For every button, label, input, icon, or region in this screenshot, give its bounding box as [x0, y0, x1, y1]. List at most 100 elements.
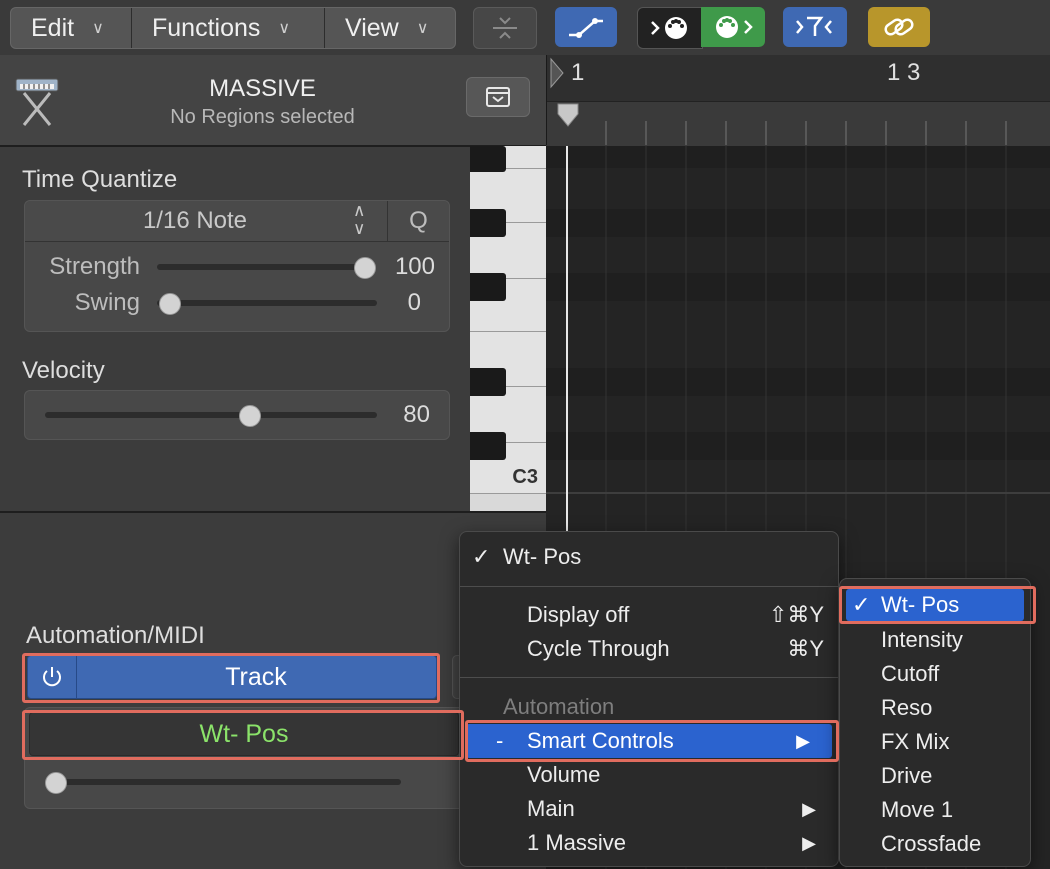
- toolbar: Edit ∨ Functions ∨ View ∨: [0, 0, 1050, 56]
- submenu-item-label: Wt- Pos: [881, 592, 960, 617]
- midi-in-icon: [651, 17, 687, 39]
- submenu-item-label: FX Mix: [881, 729, 950, 754]
- midi-out-button[interactable]: [701, 7, 765, 47]
- automation-midi-label: Automation/MIDI: [26, 622, 205, 649]
- automation-curve-icon: [569, 18, 603, 38]
- piano-key-black[interactable]: [470, 273, 506, 301]
- link-icon: [884, 18, 914, 36]
- automation-power-button[interactable]: [28, 656, 77, 698]
- submenu-item-reso[interactable]: Reso: [840, 691, 1030, 725]
- automation-param-box: Wt- Pos: [24, 707, 466, 809]
- volume-label: Volume: [527, 762, 601, 787]
- piano-key-black[interactable]: [470, 368, 506, 396]
- filter-icon: [796, 16, 832, 36]
- functions-menu-label: Functions: [152, 13, 261, 42]
- automation-value-knob[interactable]: [45, 772, 67, 794]
- smart-controls-prefix: -: [496, 728, 504, 753]
- submenu-item-crossfade[interactable]: Crossfade: [840, 827, 1030, 861]
- swing-slider-knob[interactable]: [159, 293, 181, 315]
- display-off-label: Display off: [527, 602, 630, 627]
- automation-parameter-value: Wt- Pos: [199, 720, 289, 748]
- menu-item-cycle-through[interactable]: Cycle Through ⌘Y: [460, 632, 838, 666]
- keyboard-instrument-icon: [15, 78, 59, 126]
- menu-item-current-param[interactable]: ✓ Wt- Pos: [460, 540, 838, 574]
- bar-1-label: 1: [571, 59, 585, 86]
- automation-parameter-select[interactable]: Wt- Pos: [29, 712, 459, 756]
- midi-in-button[interactable]: [637, 7, 703, 49]
- strength-label: Strength: [49, 253, 140, 280]
- submenu-item-label: Drive: [881, 763, 933, 788]
- massive-label: 1 Massive: [527, 830, 627, 855]
- menu-item-volume[interactable]: Volume: [460, 758, 838, 792]
- submenu-item-label: Cutoff: [881, 661, 940, 686]
- submenu-item-wt-pos[interactable]: ✓ Wt- Pos: [846, 589, 1024, 621]
- automation-mode-select[interactable]: Track: [77, 656, 435, 698]
- functions-menu[interactable]: Functions ∨: [132, 8, 325, 48]
- region-header: MASSIVE No Regions selected: [0, 55, 546, 147]
- bar-13-label: 1 3: [887, 59, 921, 86]
- automation-button[interactable]: [555, 7, 617, 47]
- time-quantize-label: Time Quantize: [22, 166, 178, 193]
- edit-menu-label: Edit: [31, 13, 75, 42]
- strength-slider[interactable]: [157, 264, 365, 270]
- piano-key-black[interactable]: [470, 432, 506, 460]
- lower-divider: [0, 511, 546, 513]
- cycle-through-label: Cycle Through: [527, 636, 670, 661]
- current-param-label: Wt- Pos: [503, 544, 582, 569]
- piano-key-black[interactable]: [470, 209, 506, 237]
- velocity-slider-knob[interactable]: [239, 405, 261, 427]
- menu-item-main[interactable]: Main ▶: [460, 792, 838, 826]
- checkmark-icon: ✓: [852, 592, 871, 617]
- c3-label: C3: [512, 466, 538, 488]
- submenu-item-fx-mix[interactable]: FX Mix: [840, 725, 1030, 759]
- quantize-value-select[interactable]: 1/16 Note ∧ ∨: [25, 201, 388, 242]
- velocity-box: 80: [24, 390, 450, 440]
- ruler-ticks: [605, 121, 1007, 145]
- quantize-value: 1/16 Note: [142, 207, 248, 234]
- piano-key-black[interactable]: [470, 146, 506, 172]
- q-label: Q: [409, 207, 428, 234]
- menu-section-automation: Automation: [460, 690, 838, 724]
- edit-menu[interactable]: Edit ∨: [11, 8, 132, 48]
- automation-value-slider[interactable]: [51, 779, 401, 785]
- submenu-item-label: Move 1: [881, 797, 954, 822]
- view-menu-label: View: [345, 13, 399, 42]
- automation-parameter-menu: ✓ Wt- Pos Display off ⇧⌘Y Cycle Through …: [459, 531, 839, 867]
- velocity-label: Velocity: [22, 357, 105, 384]
- chevron-down-icon: ∨: [92, 20, 104, 37]
- velocity-slider[interactable]: [45, 412, 377, 418]
- submenu-arrow-icon: ▶: [802, 798, 816, 819]
- submenu-arrow-icon: ▶: [796, 730, 810, 751]
- smart-controls-submenu: ✓ Wt- Pos Intensity Cutoff Reso FX Mix D…: [839, 578, 1031, 867]
- strength-value: 100: [394, 253, 435, 280]
- strength-slider-knob[interactable]: [354, 257, 376, 279]
- submenu-item-label: Intensity: [881, 627, 963, 652]
- power-icon: [43, 667, 61, 687]
- collapse-button[interactable]: [473, 7, 537, 49]
- submenu-item-drive[interactable]: Drive: [840, 759, 1030, 793]
- menu-separator: [460, 586, 838, 587]
- submenu-item-move-1[interactable]: Move 1: [840, 793, 1030, 827]
- time-quantize-box: 1/16 Note ∧ ∨ Q Strength 100 Swing 0: [24, 200, 450, 332]
- swing-label: Swing: [74, 289, 140, 316]
- swing-slider[interactable]: [157, 300, 377, 306]
- inspector-toggle-button[interactable]: [466, 77, 530, 117]
- menu-item-smart-controls[interactable]: - Smart Controls ▶: [466, 724, 832, 758]
- submenu-item-intensity[interactable]: Intensity: [840, 623, 1030, 657]
- window-dropdown-icon: [486, 87, 510, 107]
- cycle-through-shortcut: ⌘Y: [787, 636, 824, 661]
- submenu-arrow-icon: ▶: [802, 832, 816, 853]
- smart-controls-label: Smart Controls: [527, 728, 674, 753]
- menu-item-massive[interactable]: 1 Massive ▶: [460, 826, 838, 860]
- filter-button[interactable]: [783, 7, 847, 47]
- view-menu[interactable]: View ∨: [325, 8, 455, 48]
- link-button[interactable]: [868, 7, 930, 47]
- menu-separator: [460, 677, 838, 678]
- menu-group: Edit ∨ Functions ∨ View ∨: [10, 7, 456, 49]
- piano-keyboard: C3: [470, 146, 546, 511]
- quantize-q-button[interactable]: Q: [388, 201, 449, 242]
- region-status: No Regions selected: [170, 106, 355, 128]
- cycle-start-marker-icon: [550, 57, 564, 89]
- menu-item-display-off[interactable]: Display off ⇧⌘Y: [460, 598, 838, 632]
- submenu-item-cutoff[interactable]: Cutoff: [840, 657, 1030, 691]
